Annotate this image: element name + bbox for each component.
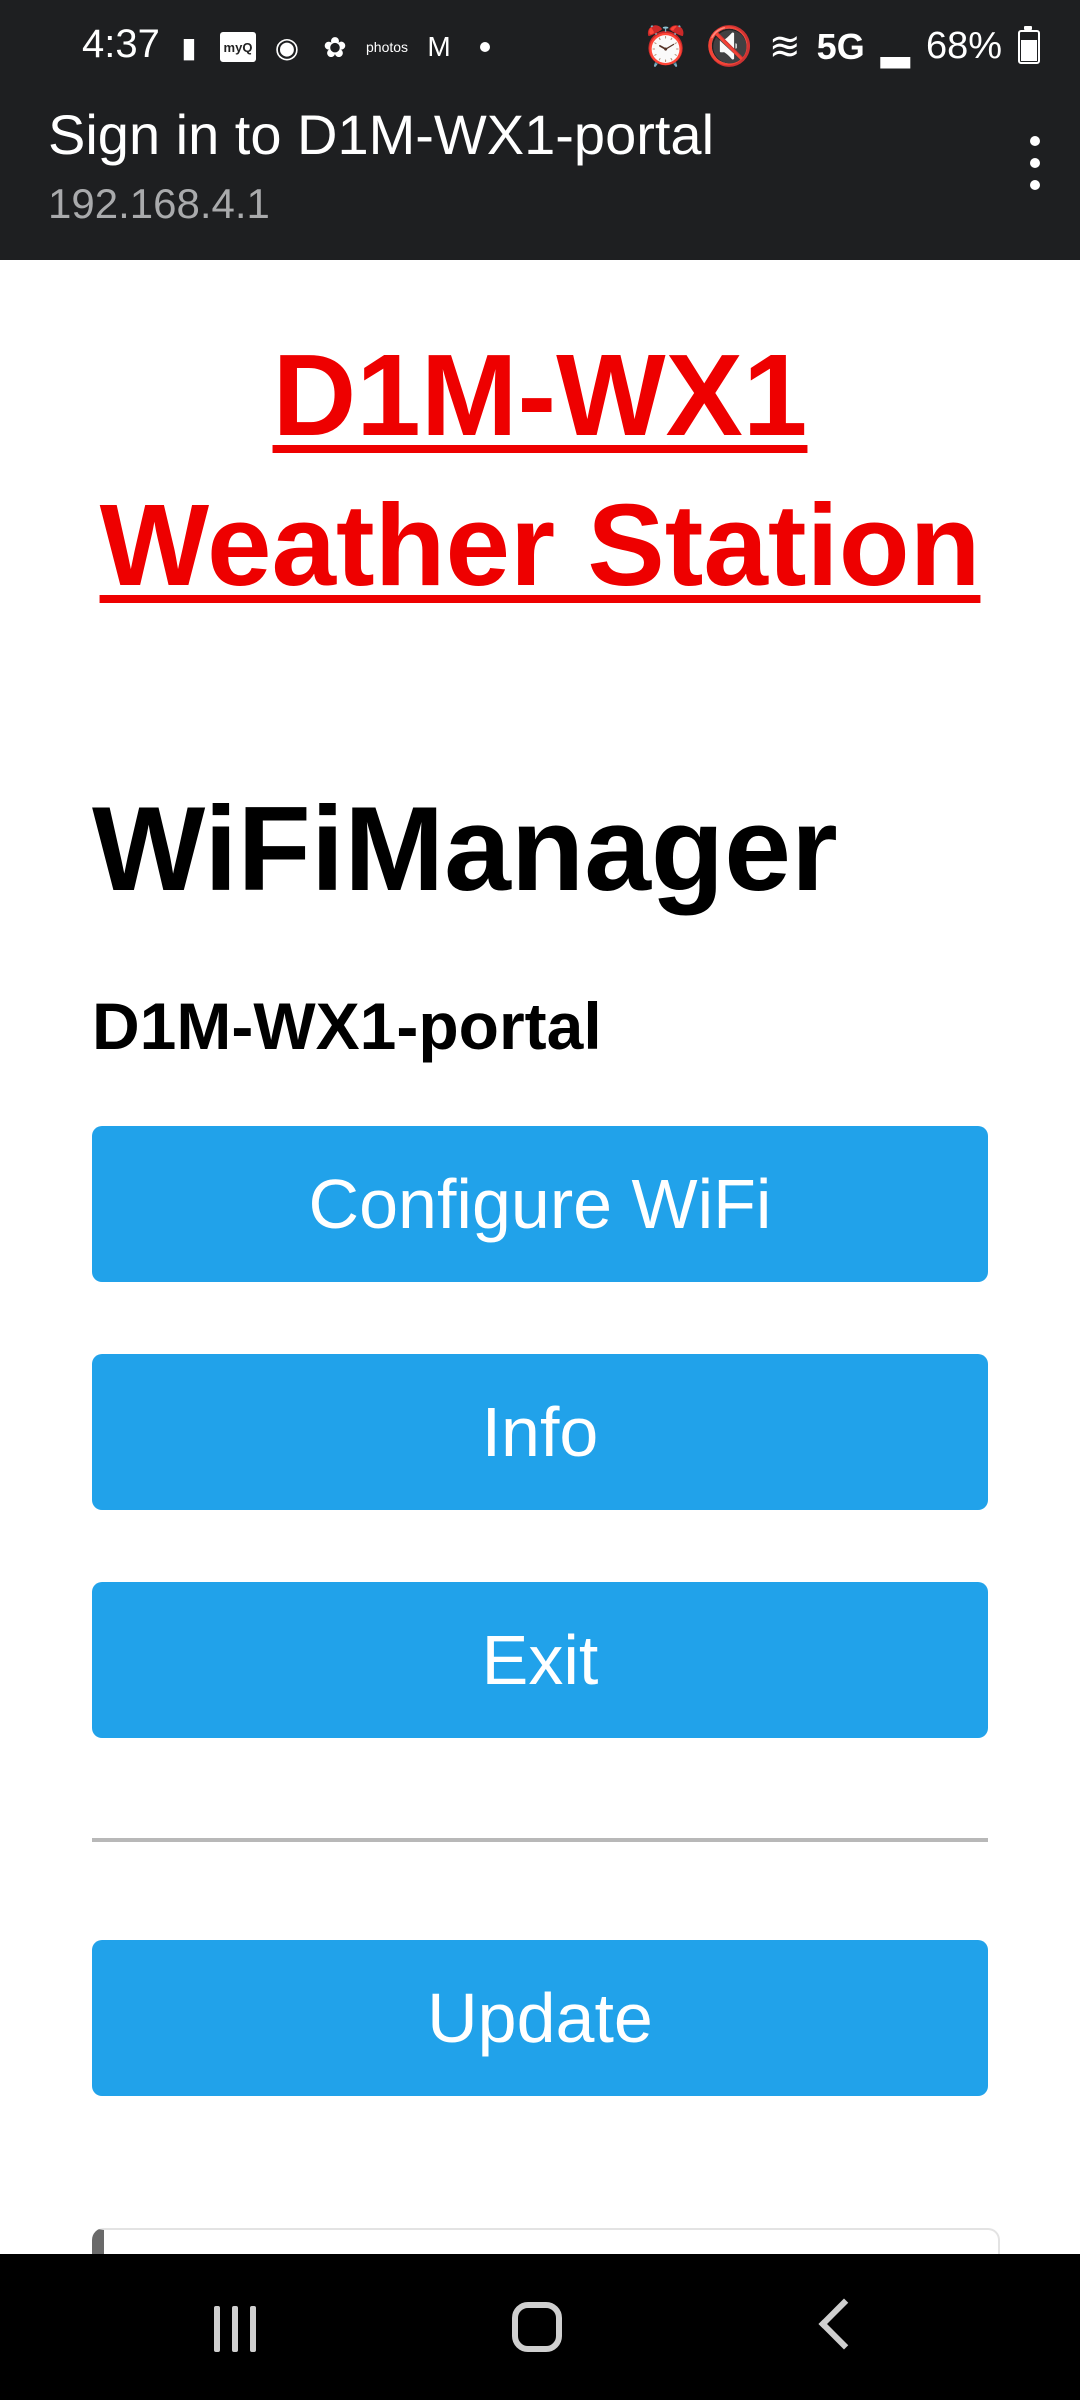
system-icons: ⏰ 🔇 ≋ 5G ▂ 68% (642, 24, 1040, 69)
app-icon: ◉ (274, 31, 300, 63)
signal-icon: ▂ (880, 26, 910, 68)
battery-percent: 68% (925, 25, 1002, 67)
back-icon[interactable] (818, 2298, 870, 2350)
page-title: Sign in to D1M-WX1-portal (48, 103, 715, 166)
more-notifications-dot (480, 42, 491, 52)
captive-portal-header: Sign in to D1M-WX1-portal 192.168.4.1 (0, 100, 1080, 260)
photos-icon: photos (366, 39, 409, 55)
brand-title-line2: Weather Station (99, 480, 981, 610)
info-button[interactable]: Info (92, 1354, 988, 1510)
mute-icon: 🔇 (705, 25, 753, 68)
wifi-icon: ≋ (768, 26, 801, 68)
page-url: 192.168.4.1 (48, 180, 270, 227)
portal-name: D1M-WX1-portal (92, 989, 602, 1063)
network-type: 5G (816, 25, 865, 67)
brand-title-line1: D1M-WX1 (272, 330, 808, 460)
exit-button[interactable]: Exit (92, 1582, 988, 1738)
chat-icon: ▮ (181, 31, 197, 63)
navigation-bar (0, 2254, 1080, 2400)
status-time: 4:37 (82, 22, 160, 66)
alarm-icon: ⏰ (642, 25, 690, 68)
notification-icons: ▮ myQ ◉ ✿ photos M (172, 30, 491, 64)
battery-icon (1018, 25, 1040, 64)
divider (92, 1838, 988, 1842)
page-content: D1M-WX1 Weather Station WiFiManager D1M-… (0, 260, 1080, 2254)
gmail-icon: M (427, 31, 451, 62)
fan-icon: ✿ (323, 31, 347, 63)
recent-apps-icon[interactable] (214, 2306, 256, 2352)
update-button[interactable]: Update (92, 1940, 988, 2096)
status-bar: 4:37 ▮ myQ ◉ ✿ photos M ⏰ 🔇 ≋ 5G ▂ 68% (0, 0, 1080, 100)
myq-icon: myQ (220, 32, 256, 62)
wifimanager-heading: WiFiManager (92, 782, 838, 916)
configure-wifi-button[interactable]: Configure WiFi (92, 1126, 988, 1282)
status-message-box (92, 2228, 1000, 2254)
overflow-menu-icon[interactable] (1030, 136, 1042, 190)
home-icon[interactable] (512, 2302, 562, 2352)
